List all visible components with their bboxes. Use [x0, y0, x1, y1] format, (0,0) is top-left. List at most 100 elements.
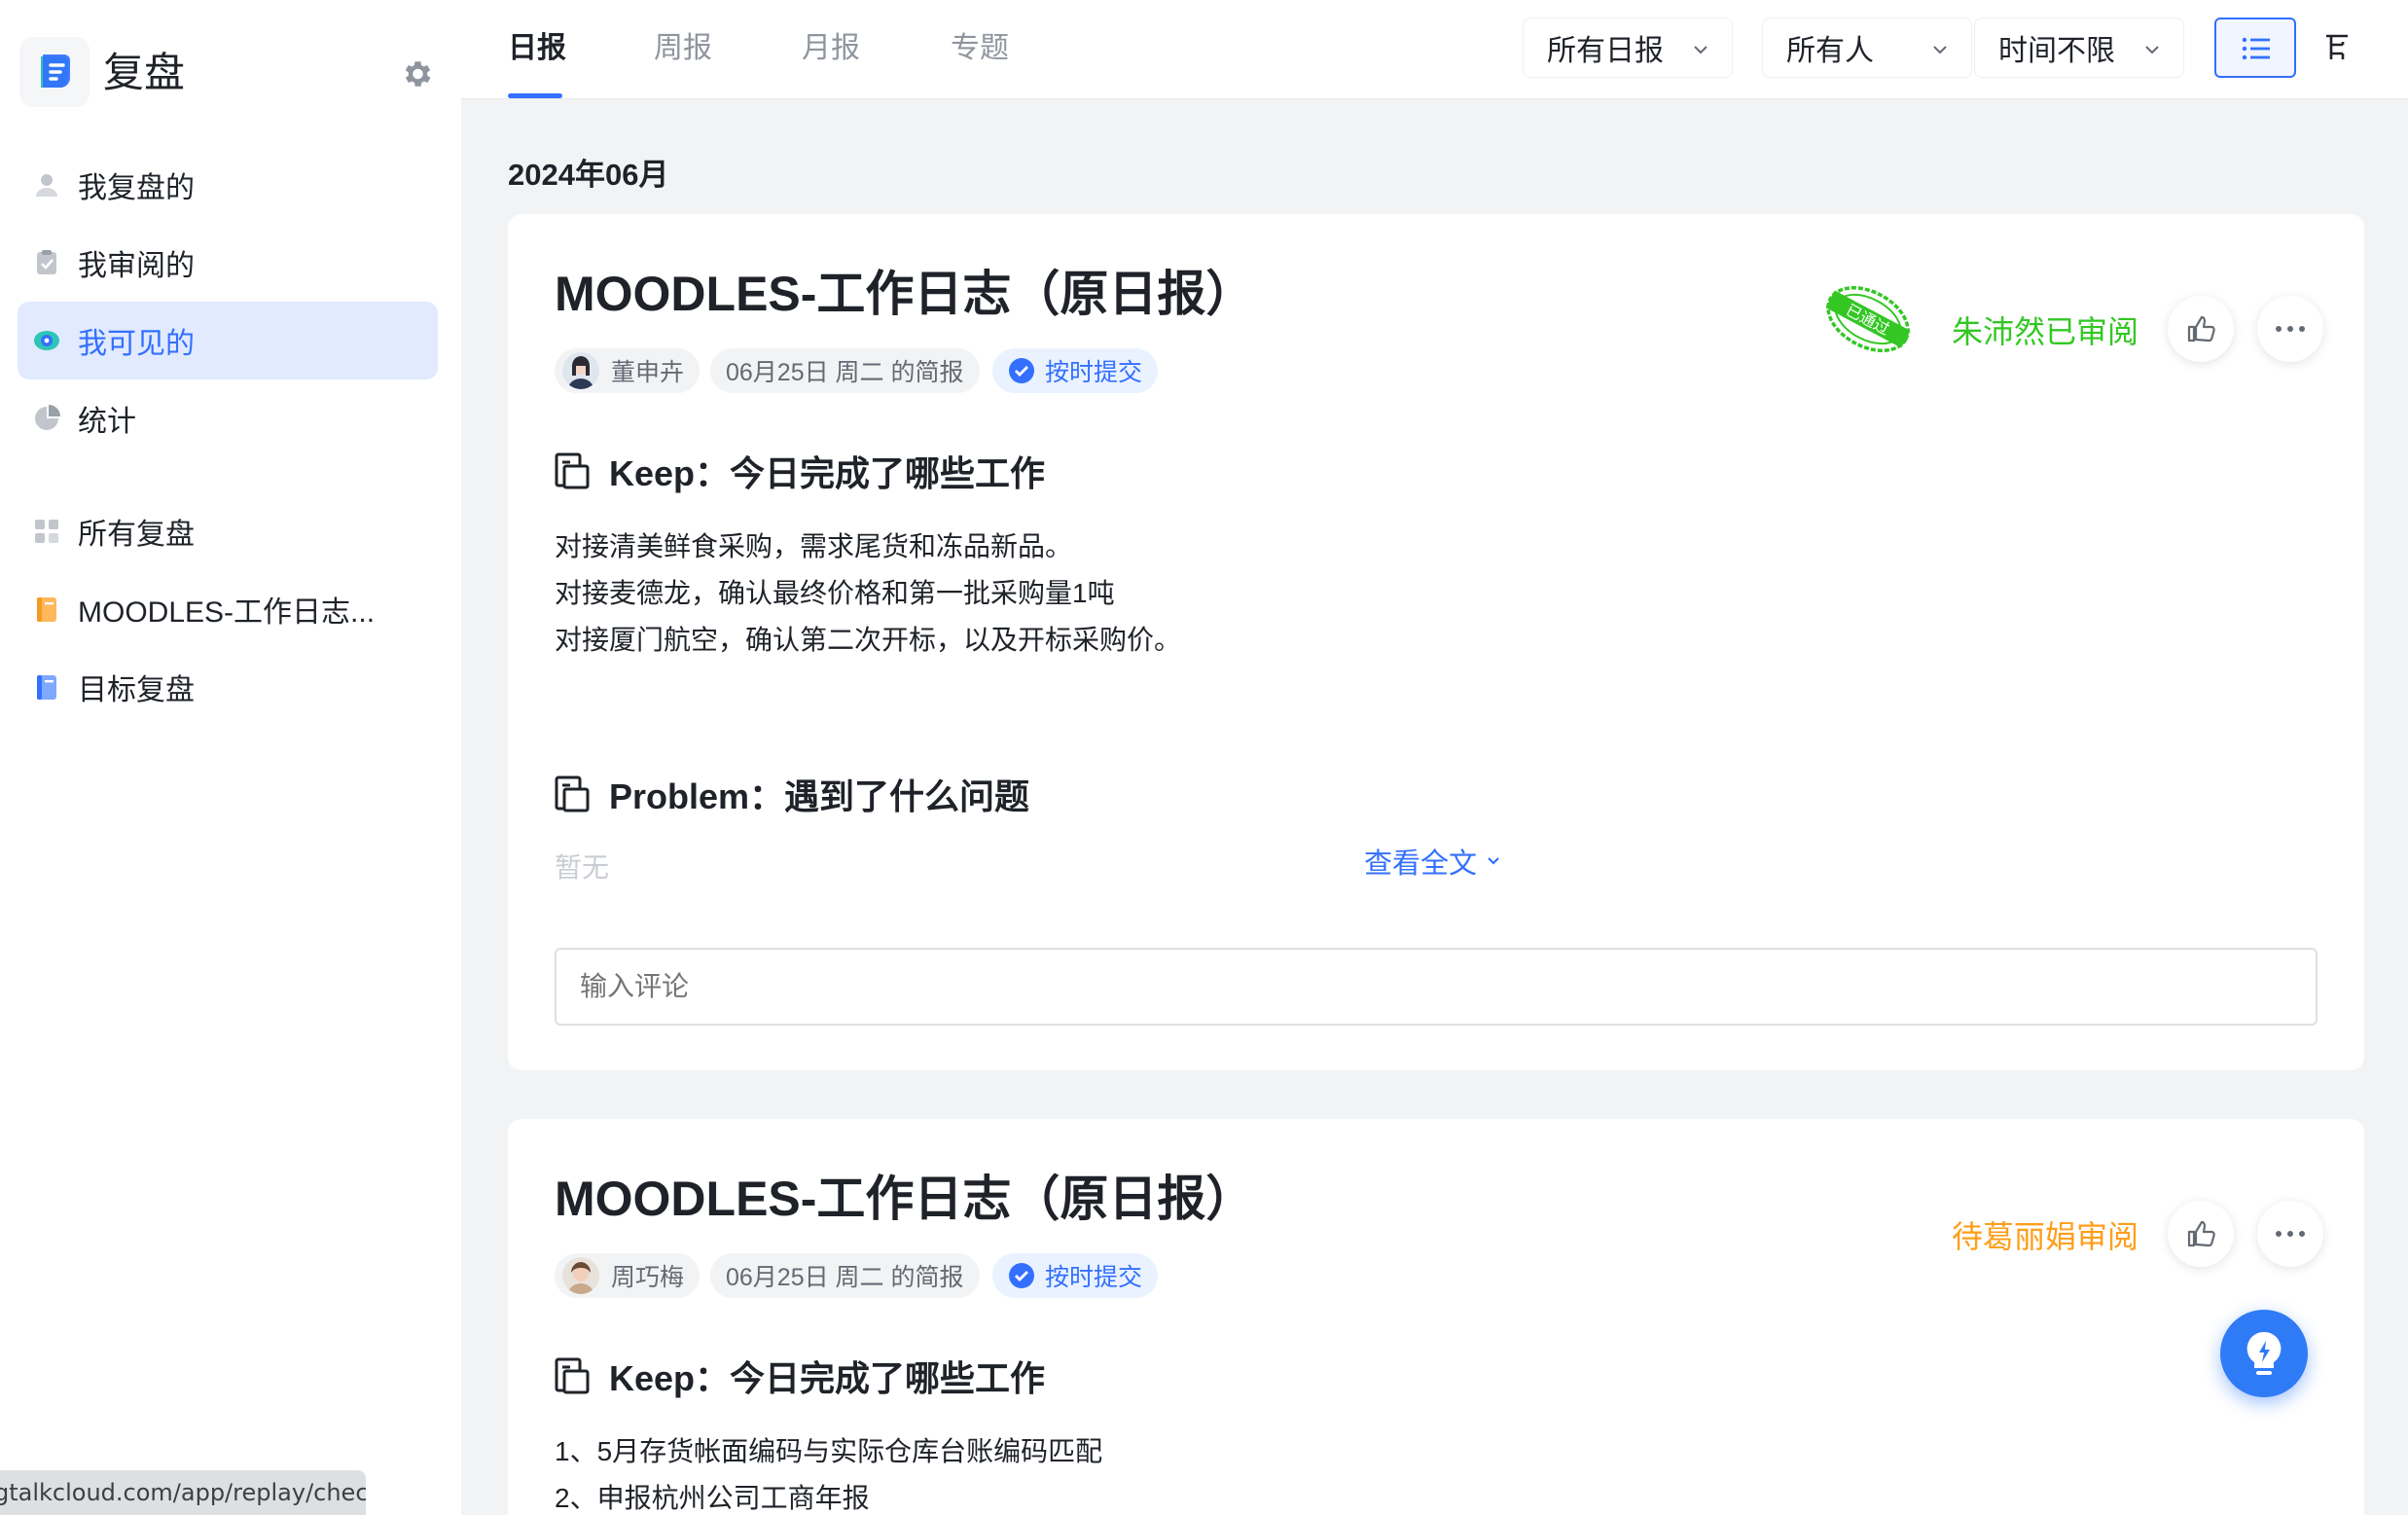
- active-tab-indicator: [508, 93, 562, 98]
- keep-key: Keep：: [609, 453, 731, 493]
- problem-key: Problem：: [609, 776, 785, 816]
- person-value: 所有人: [1786, 35, 1874, 67]
- sidebar-item-statistics[interactable]: 统计: [18, 379, 438, 457]
- person-select[interactable]: 所有人: [1762, 18, 1972, 78]
- sidebar-item-label: 目标复盘: [78, 674, 195, 706]
- check-circle-icon: [1009, 358, 1034, 383]
- ontime-label: 按时提交: [1045, 359, 1143, 386]
- tree-view-button[interactable]: [2296, 18, 2378, 78]
- more-options-button[interactable]: [2257, 296, 2323, 362]
- time-range-value: 时间不限: [1998, 35, 2115, 67]
- clipboard-check-icon: [33, 249, 60, 276]
- app-logo-icon: [19, 37, 90, 107]
- document-icon: [555, 1357, 590, 1394]
- avatar: [562, 1257, 599, 1294]
- review-status: 朱沛然已审阅: [1952, 314, 2139, 349]
- keep-content: 1、5月存货帐面编码与实际仓库台账编码匹配 2、申报杭州公司工商年报: [555, 1428, 1102, 1515]
- like-button[interactable]: [2168, 296, 2234, 362]
- problem-content: 暂无: [555, 852, 610, 883]
- top-bar: 日报 周报 月报 专题 所有日报 所有人 时间不限: [461, 0, 2408, 99]
- comment-input[interactable]: [555, 948, 2318, 1026]
- keep-title: 今日完成了哪些工作: [730, 1358, 1046, 1398]
- sidebar-item-label: 统计: [78, 406, 136, 438]
- sidebar: 复盘 我复盘的 我审阅的 我可见的 统计 所有复盘 MOODLES-工作日志..…: [0, 0, 461, 1515]
- keep-line: 对接厦门航空，确认第二次开标，以及开标采购价。: [555, 625, 1182, 655]
- document-icon: [555, 776, 590, 812]
- thumbs-up-icon: [2187, 315, 2215, 343]
- author-name: 董申卉: [611, 359, 685, 386]
- keep-content: 对接清美鲜食采购，需求尾货和冻品新品。 对接麦德龙，确认最终价格和第一批采购量1…: [555, 523, 1181, 664]
- list-view-button[interactable]: [2214, 18, 2296, 78]
- tab-daily[interactable]: 日报: [508, 29, 566, 68]
- nav-divider: [18, 457, 438, 496]
- ontime-badge: 按时提交: [992, 1253, 1159, 1298]
- list-view-icon: [2242, 37, 2270, 60]
- chevron-down-icon: [2145, 46, 2159, 54]
- approved-stamp-icon: 已通过: [1825, 286, 1911, 352]
- sidebar-item-visible-to-me[interactable]: 我可见的: [18, 302, 438, 379]
- month-label: 2024年06月: [508, 158, 669, 192]
- sidebar-item-label: 我审阅的: [78, 250, 195, 282]
- pie-chart-icon: [33, 405, 60, 432]
- view-full-text-label: 查看全文: [1364, 848, 1478, 880]
- keep-section-heading: Keep： 今日完成了哪些工作: [555, 1351, 1045, 1401]
- sidebar-item-reviewed-by-me[interactable]: 我审阅的: [18, 224, 438, 302]
- report-type-value: 所有日报: [1547, 35, 1664, 67]
- report-title[interactable]: MOODLES-工作日志（原日报）: [555, 265, 1254, 323]
- keep-line: 1、5月存货帐面编码与实际仓库台账编码匹配: [555, 1436, 1103, 1466]
- user-icon: [33, 171, 60, 198]
- chevron-down-icon: [1933, 46, 1947, 54]
- sidebar-item-label: 我复盘的: [78, 172, 195, 204]
- tree-view-icon: [2326, 34, 2348, 59]
- notebook-blue-icon: [33, 673, 60, 701]
- problem-title: 遇到了什么问题: [784, 776, 1030, 816]
- sidebar-item-moodles-worklog[interactable]: MOODLES-工作日志...: [18, 566, 438, 652]
- author-name: 周巧梅: [611, 1264, 685, 1291]
- date-chip: 06月25日 周二 的简报: [710, 348, 980, 393]
- settings-gear-icon[interactable]: [399, 56, 434, 91]
- tab-weekly[interactable]: 周报: [654, 29, 712, 68]
- tab-topics[interactable]: 专题: [951, 29, 1009, 68]
- sidebar-item-my-reviews[interactable]: 我复盘的: [18, 146, 438, 224]
- grid-icon: [33, 518, 60, 545]
- like-button[interactable]: [2168, 1201, 2234, 1267]
- sidebar-item-label: MOODLES-工作日志...: [78, 596, 376, 629]
- assistant-fab-button[interactable]: [2220, 1310, 2308, 1397]
- more-options-button[interactable]: [2257, 1201, 2323, 1267]
- report-type-select[interactable]: 所有日报: [1523, 18, 1733, 78]
- problem-section-heading: Problem： 遇到了什么问题: [555, 769, 1029, 819]
- lightbulb-icon: [2246, 1331, 2282, 1375]
- report-title[interactable]: MOODLES-工作日志（原日报）: [555, 1170, 1254, 1228]
- view-full-text-link[interactable]: 查看全文: [1364, 841, 1502, 882]
- keep-title: 今日完成了哪些工作: [730, 453, 1046, 493]
- document-icon: [555, 452, 590, 489]
- review-status: 待葛丽娟审阅: [1952, 1219, 2139, 1254]
- author-chip[interactable]: 周巧梅: [555, 1253, 701, 1298]
- sidebar-item-all-reviews[interactable]: 所有复盘: [18, 496, 438, 566]
- more-horizontal-icon: [2276, 1231, 2305, 1237]
- notebook-orange-icon: [33, 595, 60, 623]
- status-url-text: gtalkcloud.com/app/replay/check: [0, 1479, 366, 1506]
- author-chip[interactable]: 董申卉: [555, 348, 701, 393]
- keep-line: 对接麦德龙，确认最终价格和第一批采购量1吨: [555, 578, 1115, 608]
- time-range-select[interactable]: 时间不限: [1974, 18, 2184, 78]
- keep-line: 2、申报杭州公司工商年报: [555, 1483, 870, 1513]
- tab-monthly[interactable]: 月报: [802, 29, 860, 68]
- brand-title: 复盘: [103, 50, 186, 95]
- chevron-down-icon: [1488, 857, 1499, 865]
- sidebar-nav: 我复盘的 我审阅的 我可见的 统计 所有复盘 MOODLES-工作日志... 目…: [18, 146, 438, 722]
- keep-line: 对接清美鲜食采购，需求尾货和冻品新品。: [555, 531, 1073, 561]
- chevron-down-icon: [1694, 46, 1707, 54]
- sidebar-item-label: 我可见的: [78, 328, 195, 360]
- more-horizontal-icon: [2276, 326, 2305, 332]
- ontime-badge: 按时提交: [992, 348, 1159, 393]
- date-chip: 06月25日 周二 的简报: [710, 1253, 980, 1298]
- ontime-label: 按时提交: [1045, 1264, 1143, 1291]
- sidebar-item-goal-reviews[interactable]: 目标复盘: [18, 652, 438, 722]
- brand: 复盘: [19, 37, 448, 107]
- eye-icon: [33, 327, 60, 354]
- avatar: [562, 352, 599, 389]
- status-bar-url: gtalkcloud.com/app/replay/check: [0, 1470, 366, 1515]
- sidebar-item-label: 所有复盘: [78, 519, 195, 551]
- thumbs-up-icon: [2187, 1220, 2215, 1247]
